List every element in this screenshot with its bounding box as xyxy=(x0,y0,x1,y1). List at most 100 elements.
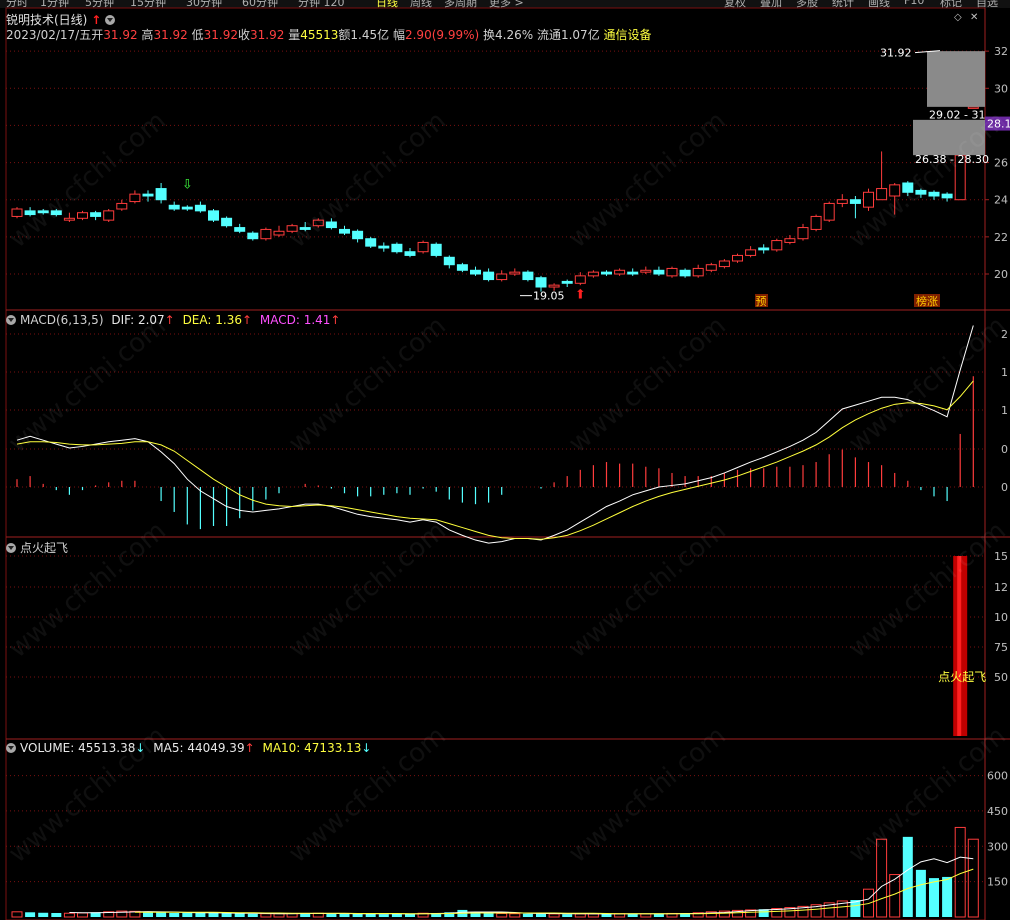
candle-body xyxy=(208,210,219,221)
candle-body xyxy=(561,280,573,284)
candle-body xyxy=(430,243,442,256)
macd-axis-label: 1 xyxy=(1001,404,1008,417)
candle-body xyxy=(928,191,940,197)
volume-axis-label: 300 xyxy=(987,840,1008,853)
candle-body xyxy=(352,230,364,240)
candle-body xyxy=(902,182,914,193)
candle-body xyxy=(443,256,455,266)
amount-value: 额1.45亿 xyxy=(338,28,390,42)
candle-body xyxy=(849,199,861,204)
volume-bar xyxy=(182,912,193,917)
range-label: 幅 xyxy=(392,28,405,42)
volume-title: VOLUME: 45513.38 xyxy=(20,741,136,755)
volume-bar xyxy=(483,913,494,917)
candle-body xyxy=(299,227,311,230)
macd-dif: DIF: 2.07 xyxy=(111,313,165,327)
tag-bang: 榜涨 xyxy=(916,294,938,308)
price-axis-label: 24 xyxy=(994,194,1008,207)
macd-axis-label: 1 xyxy=(1001,366,1008,379)
macd-menu-icon[interactable] xyxy=(6,315,16,325)
volume-bar xyxy=(365,913,376,917)
candle-body xyxy=(247,232,259,240)
volume-bar xyxy=(509,913,521,918)
sector-value: 通信设备 xyxy=(603,28,652,42)
macd-axis-label: 0 xyxy=(1001,443,1008,456)
down-signal-arrow-icon: ⇩ xyxy=(182,178,193,193)
volume-bar xyxy=(391,913,402,917)
volume-bar xyxy=(25,912,36,917)
candle-body xyxy=(784,238,796,243)
candle-body xyxy=(679,269,691,277)
volume-bar xyxy=(902,836,913,917)
candle-body xyxy=(24,210,36,216)
candle-body xyxy=(181,206,193,210)
diamond-icon: ◇ xyxy=(954,12,962,23)
macd-dea: DEA: 1.36 xyxy=(182,313,242,327)
volume-menu-icon[interactable] xyxy=(6,743,16,753)
volume-bar xyxy=(11,911,23,918)
candle-body xyxy=(705,264,717,271)
indicator-label: 点火起飞 xyxy=(938,670,986,684)
close-value: 31.92 xyxy=(250,28,285,42)
candle-body xyxy=(168,204,180,210)
candle-body xyxy=(404,251,416,256)
range-value: 2.90(9.99%) xyxy=(404,28,480,42)
macd-dif-line xyxy=(16,325,974,544)
price-axis-label: 20 xyxy=(994,268,1008,281)
volume-bar xyxy=(496,912,508,918)
volume-bar xyxy=(195,912,206,917)
current-price-label: 28.11 xyxy=(987,118,1010,131)
chart-canvas[interactable]: 3230282624222029.02 - 3126.38 - 28.3028.… xyxy=(0,0,1010,920)
candle-body xyxy=(286,225,298,232)
candle-body xyxy=(863,191,874,208)
indicator-header: 点火起飞 xyxy=(6,539,68,556)
candle-body xyxy=(915,189,927,195)
candle-body xyxy=(745,249,757,256)
range-box-label-1: 29.02 - 31 xyxy=(929,108,985,121)
volume-bar xyxy=(63,912,75,918)
candle-body xyxy=(692,267,704,277)
volume-axis-label: 150 xyxy=(987,876,1008,889)
volume-bar xyxy=(562,914,573,917)
price-axis-label: 30 xyxy=(994,82,1008,95)
macd-up-arrow-icon: ↑ xyxy=(330,313,341,327)
macd-title: MACD(6,13,5) xyxy=(20,313,104,327)
open-value: 31.92 xyxy=(103,28,138,42)
up-signal-arrow-icon: ⬆ xyxy=(575,288,586,303)
indicator-bar-highlight xyxy=(957,556,962,736)
volume-bar xyxy=(640,913,652,918)
volume-ma10: MA10: 47133.13 xyxy=(262,741,362,755)
volume-bar xyxy=(942,876,953,917)
candle-body xyxy=(312,219,324,227)
candle-body xyxy=(522,271,534,281)
volume-bar xyxy=(169,912,180,917)
indicator-axis-label: 12 xyxy=(994,581,1008,594)
range-box-label-2: 26.38 - 28.30 xyxy=(915,153,989,166)
ma5-up-arrow-icon: ↑ xyxy=(244,741,255,755)
chart-frame xyxy=(5,7,986,920)
indicator-menu-icon[interactable] xyxy=(6,543,16,553)
candle-body xyxy=(90,212,102,217)
volume-bar xyxy=(221,913,232,917)
candle-body xyxy=(810,215,822,230)
volume-axis-label: 600 xyxy=(987,770,1008,783)
candle-body xyxy=(11,208,23,217)
candle-body xyxy=(325,221,337,229)
candle-body xyxy=(417,241,429,253)
dropdown-icon[interactable] xyxy=(105,15,116,25)
candle-body xyxy=(483,271,495,281)
candle-body xyxy=(221,217,233,227)
volume-bar xyxy=(967,838,979,918)
high-price-label: 31.92 xyxy=(880,47,912,60)
price-axis-label: 22 xyxy=(994,231,1008,244)
candle-body xyxy=(50,210,62,216)
candle-body xyxy=(37,210,49,214)
dea-up-arrow-icon: ↑ xyxy=(241,313,253,327)
volume-bar xyxy=(378,914,389,917)
indicator-axis-label: 10 xyxy=(994,611,1008,624)
volume-axis-label: 450 xyxy=(987,805,1008,818)
volume-bar xyxy=(234,913,245,917)
macd-dea-line xyxy=(16,380,974,540)
volume-bar xyxy=(339,913,350,917)
candle-body xyxy=(339,228,350,234)
